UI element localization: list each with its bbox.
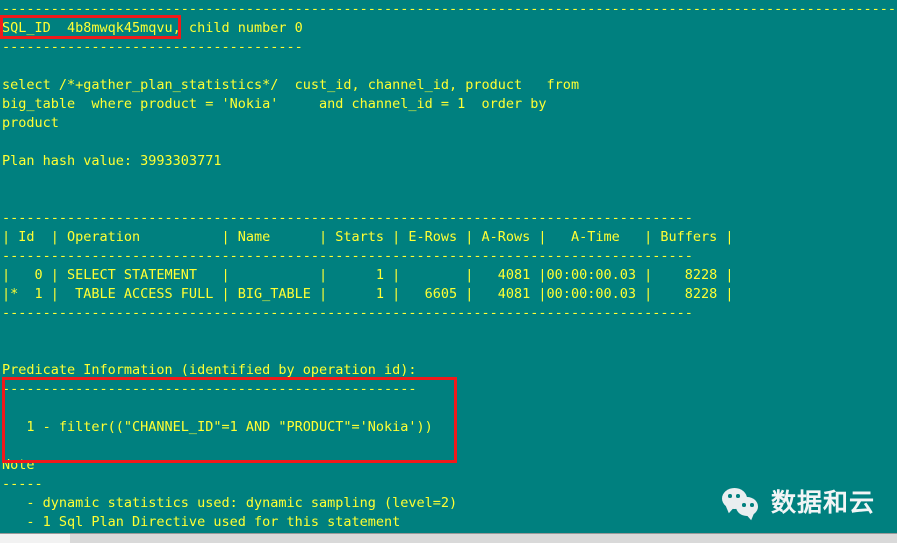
plan-rule-bottom: ----------------------------------------… <box>2 305 693 321</box>
horizontal-scrollbar[interactable] <box>0 533 897 543</box>
watermark: 数据和云 <box>721 488 875 518</box>
predicate-entry: 1 - filter(("CHANNEL_ID"=1 AND "PRODUCT"… <box>2 419 433 435</box>
terminal-output: ----------------------------------------… <box>2 0 897 543</box>
table-row: | 0 | SELECT STATEMENT | | 1 | | 4081 |0… <box>2 267 734 283</box>
plan-header-row: | Id | Operation | Name | Starts | E-Row… <box>2 229 734 245</box>
predicate-title: Predicate Information (identified by ope… <box>2 362 417 378</box>
plan-rule-top: ----------------------------------------… <box>2 210 693 226</box>
query-line-1: select /*+gather_plan_statistics*/ cust_… <box>2 77 580 93</box>
rule-top: ----------------------------------------… <box>2 1 897 17</box>
query-line-2: big_table where product = 'Nokia' and ch… <box>2 96 547 112</box>
note-title: Note <box>2 457 35 473</box>
scrollbar-thumb[interactable] <box>0 534 70 543</box>
sql-id-line: SQL_ID 4b8mwqk45mqvu, child number 0 <box>2 20 303 36</box>
table-row: |* 1 | TABLE ACCESS FULL | BIG_TABLE | 1… <box>2 286 734 302</box>
wechat-icon <box>721 488 762 518</box>
plan-hash-line: Plan hash value: 3993303771 <box>2 153 222 169</box>
plan-rule-mid: ----------------------------------------… <box>2 248 693 264</box>
terminal-window[interactable]: ----------------------------------------… <box>0 0 897 543</box>
query-line-3: product <box>2 115 59 131</box>
rule-under-sql-id: ------------------------------------- <box>2 39 303 55</box>
predicate-rule: ----------------------------------------… <box>2 381 417 397</box>
watermark-label: 数据和云 <box>770 488 875 517</box>
